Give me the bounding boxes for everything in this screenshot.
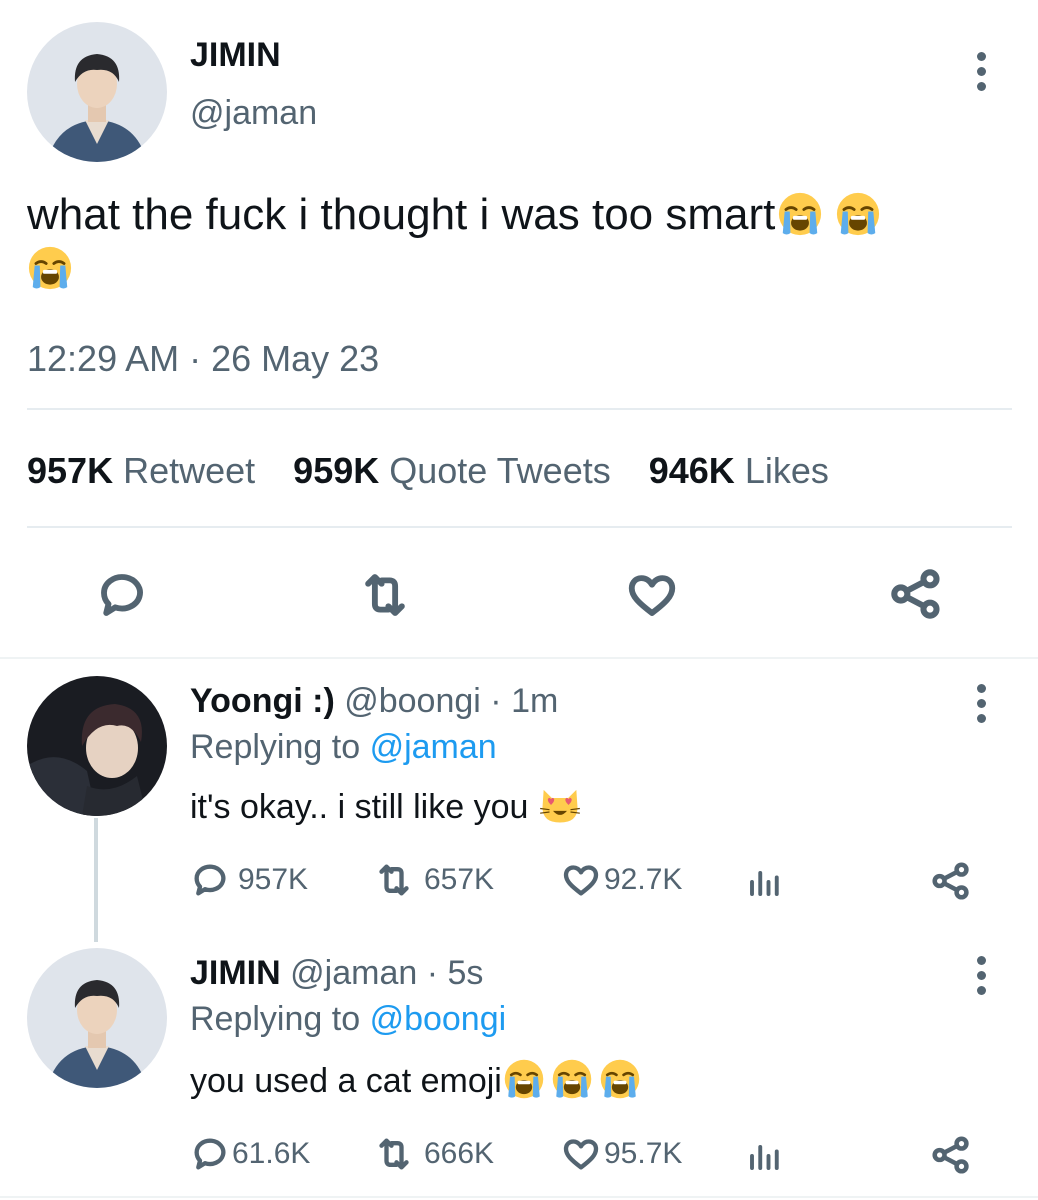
divider xyxy=(27,526,1012,528)
author-avatar[interactable] xyxy=(27,22,167,162)
divider xyxy=(0,657,1038,659)
heart-eyes-cat-emoji xyxy=(539,784,581,826)
reply-text: you used a cat emoji xyxy=(190,1058,641,1101)
reply-icon xyxy=(194,1138,226,1170)
loudly-crying-face-emoji xyxy=(551,1058,593,1100)
reply-count-button[interactable]: 957K xyxy=(190,860,308,900)
divider xyxy=(27,408,1012,410)
loudly-crying-face-emoji xyxy=(777,191,823,237)
retweet-icon[interactable] xyxy=(357,568,413,622)
analytics-icon[interactable] xyxy=(746,862,782,902)
loudly-crying-face-emoji xyxy=(835,191,881,237)
reply-time[interactable]: · 1m xyxy=(490,682,558,720)
replying-to-link[interactable]: @boongi xyxy=(370,1000,507,1038)
reply-header: Yoongi :) @boongi · 1m xyxy=(190,682,558,721)
reply-author-name[interactable]: JIMIN xyxy=(190,954,281,992)
reply-avatar[interactable] xyxy=(27,948,167,1088)
tweet-stats: 957K Retweet 959K Quote Tweets 946K Like… xyxy=(27,450,829,492)
like-icon xyxy=(563,1139,599,1170)
more-options-icon[interactable] xyxy=(976,684,986,723)
loudly-crying-face-emoji xyxy=(599,1058,641,1100)
replying-to: Replying to @boongi xyxy=(190,1000,507,1038)
share-icon[interactable] xyxy=(930,1134,972,1176)
share-icon[interactable] xyxy=(888,566,944,622)
tweet-text: what the fuck i thought i was too smart xyxy=(27,188,1012,296)
author-handle[interactable]: @jaman xyxy=(190,94,317,133)
like-count-button[interactable]: 95.7K xyxy=(560,1134,682,1174)
loudly-crying-face-emoji xyxy=(27,245,73,291)
likes-stat[interactable]: 946K Likes xyxy=(649,450,829,491)
analytics-icon[interactable] xyxy=(746,1136,782,1176)
retweet-count-button[interactable]: 657K xyxy=(372,860,494,900)
retweet-count-button[interactable]: 666K xyxy=(372,1134,494,1174)
replying-to-link[interactable]: @jaman xyxy=(370,728,497,766)
divider xyxy=(0,1196,1038,1198)
like-count-button[interactable]: 92.7K xyxy=(560,860,682,900)
reply-icon xyxy=(194,864,226,896)
like-icon[interactable] xyxy=(624,568,680,622)
retweet-icon xyxy=(379,864,409,896)
like-icon xyxy=(563,865,599,896)
loudly-crying-face-emoji xyxy=(503,1058,545,1100)
quote-tweets-stat[interactable]: 959K Quote Tweets xyxy=(293,450,611,491)
tweet-text-content: what the fuck i thought i was too smart xyxy=(27,190,776,239)
retweets-stat[interactable]: 957K Retweet xyxy=(27,450,255,491)
retweet-icon xyxy=(379,1138,409,1170)
more-options-icon[interactable] xyxy=(976,956,986,995)
author-name[interactable]: JIMIN xyxy=(190,36,281,75)
reply-author-handle[interactable]: @jaman xyxy=(290,954,417,992)
more-options-icon[interactable] xyxy=(976,52,986,91)
reply-icon[interactable] xyxy=(95,568,149,622)
reply-author-name[interactable]: Yoongi :) xyxy=(190,682,335,720)
reply-author-handle[interactable]: @boongi xyxy=(344,682,481,720)
reply-time[interactable]: · 5s xyxy=(427,954,484,992)
share-icon[interactable] xyxy=(930,860,972,902)
reply-count-button[interactable]: 61.6K xyxy=(190,1134,310,1174)
reply-avatar[interactable] xyxy=(27,676,167,816)
tweet-timestamp[interactable]: 12:29 AM · 26 May 23 xyxy=(27,338,379,380)
thread-line xyxy=(94,818,98,942)
replying-to: Replying to @jaman xyxy=(190,728,497,766)
reply-header: JIMIN @jaman · 5s xyxy=(190,954,483,993)
reply-text: it's okay.. i still like you xyxy=(190,784,581,827)
